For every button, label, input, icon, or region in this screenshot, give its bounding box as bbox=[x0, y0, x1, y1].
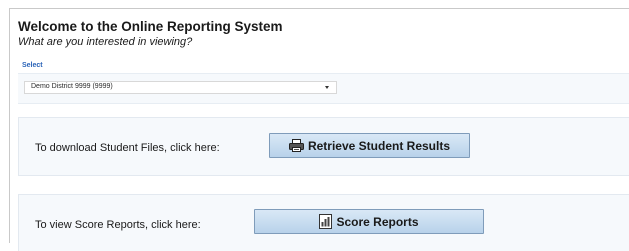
reports-instructions: To view Score Reports, click here: bbox=[35, 219, 201, 231]
district-select[interactable]: Demo District 9999 (9999) bbox=[24, 81, 337, 94]
download-panel: To download Student Files, click here: R… bbox=[18, 117, 629, 176]
page-subtitle: What are you interested in viewing? bbox=[18, 36, 193, 48]
select-row: Demo District 9999 (9999) bbox=[18, 73, 629, 104]
printer-icon bbox=[288, 139, 304, 152]
reporting-frame: Welcome to the Online Reporting System W… bbox=[9, 8, 629, 251]
retrieve-button-label: Retrieve Student Results bbox=[307, 138, 451, 153]
select-label: Select bbox=[22, 62, 43, 69]
retrieve-student-results-button[interactable]: Retrieve Student Results bbox=[269, 133, 470, 158]
page-title: Welcome to the Online Reporting System bbox=[18, 19, 283, 34]
district-select-value: Demo District 9999 (9999) bbox=[31, 83, 113, 90]
score-reports-button[interactable]: Score Reports bbox=[254, 209, 484, 234]
report-chart-icon bbox=[319, 214, 333, 229]
reports-panel: To view Score Reports, click here: Score… bbox=[18, 194, 629, 251]
chevron-down-icon bbox=[325, 86, 329, 89]
score-reports-button-label: Score Reports bbox=[336, 214, 419, 229]
download-instructions: To download Student Files, click here: bbox=[35, 142, 220, 154]
